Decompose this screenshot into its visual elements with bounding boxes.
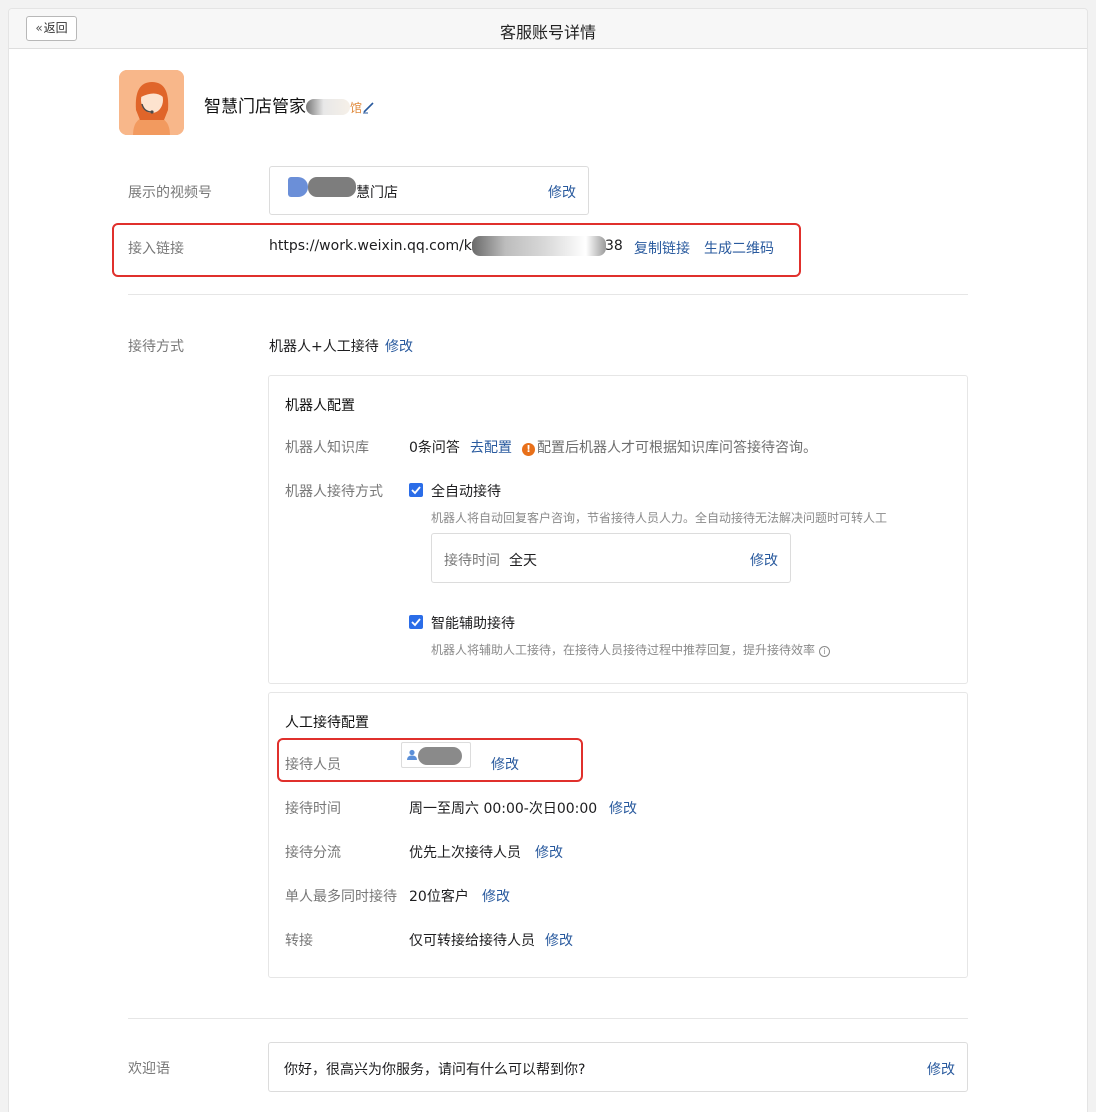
auto-reception-desc: 机器人将自动回复客户咨询，节省接待人员人力。全自动接待无法解决问题时可转人工 bbox=[431, 511, 888, 525]
checkmark-icon bbox=[411, 618, 421, 627]
auto-reception-label: 全自动接待 bbox=[431, 484, 501, 500]
redacted-block bbox=[472, 236, 606, 256]
redacted-block bbox=[418, 747, 462, 765]
robot-kb-label: 机器人知识库 bbox=[285, 440, 369, 456]
dispatch-edit-link[interactable]: 修改 bbox=[535, 842, 563, 862]
robot-time-edit-link[interactable]: 修改 bbox=[750, 550, 778, 570]
reception-mode-label: 接待方式 bbox=[128, 339, 184, 355]
video-channel-box: 慧门店 修改 bbox=[269, 166, 589, 215]
max-concurrent-label: 单人最多同时接待 bbox=[285, 889, 397, 905]
section-divider bbox=[128, 294, 968, 295]
channel-logo-icon bbox=[288, 177, 308, 197]
access-link-url-prefix: https://work.weixin.qq.com/kfid/ bbox=[269, 238, 495, 254]
video-channel-name: 慧门店 bbox=[356, 185, 398, 201]
manual-config-title: 人工接待配置 bbox=[285, 715, 369, 731]
assist-reception-checkbox[interactable] bbox=[409, 615, 423, 629]
staff-label: 接待人员 bbox=[285, 757, 341, 773]
staff-chip[interactable] bbox=[401, 742, 471, 768]
customer-service-avatar-icon bbox=[119, 70, 184, 135]
checkmark-icon bbox=[411, 486, 421, 495]
redacted-block bbox=[306, 99, 350, 115]
welcome-edit-link[interactable]: 修改 bbox=[927, 1059, 955, 1079]
copy-link-button[interactable]: 复制链接 bbox=[634, 238, 690, 258]
assist-reception-desc-text: 机器人将辅助人工接待，在接待人员接待过程中推荐回复，提升接待效率 bbox=[431, 643, 816, 657]
auto-reception-checkbox[interactable] bbox=[409, 483, 423, 497]
access-link-url: https://work.weixin.qq.com/kfid/ bbox=[269, 238, 494, 254]
robot-kb-tip-text: 配置后机器人才可根据知识库问答接待咨询。 bbox=[537, 440, 817, 456]
account-avatar bbox=[119, 70, 184, 135]
video-channel-edit-link[interactable]: 修改 bbox=[548, 182, 576, 202]
video-channel-label: 展示的视频号 bbox=[128, 185, 212, 201]
robot-config-card bbox=[268, 375, 968, 684]
info-icon[interactable]: i bbox=[818, 646, 830, 657]
transfer-value: 仅可转接给接待人员 bbox=[409, 933, 535, 949]
manual-time-label: 接待时间 bbox=[285, 801, 341, 817]
transfer-edit-link[interactable]: 修改 bbox=[545, 930, 573, 950]
access-link-url-suffix: 38 bbox=[605, 238, 623, 254]
assist-reception-label: 智能辅助接待 bbox=[431, 616, 515, 632]
staff-edit-link[interactable]: 修改 bbox=[491, 754, 519, 774]
robot-kb-tip: ! 配置后机器人才可根据知识库问答接待咨询。 bbox=[522, 437, 817, 457]
manual-config-card bbox=[268, 692, 968, 978]
reception-mode-value: 机器人+人工接待 bbox=[269, 339, 379, 355]
welcome-text: 你好，很高兴为你服务，请问有什么可以帮到你? bbox=[284, 1062, 586, 1078]
robot-time-value: 全天 bbox=[509, 553, 537, 569]
welcome-box: 你好，很高兴为你服务，请问有什么可以帮到你? 修改 bbox=[268, 1042, 968, 1092]
dispatch-label: 接待分流 bbox=[285, 845, 341, 861]
account-name-text: 智慧门店管家 bbox=[204, 97, 306, 117]
robot-time-box: 接待时间 全天 修改 bbox=[431, 533, 791, 583]
robot-mode-label: 机器人接待方式 bbox=[285, 484, 383, 500]
transfer-label: 转接 bbox=[285, 933, 313, 949]
robot-kb-value: 0条问答 bbox=[409, 440, 460, 456]
manual-time-value: 周一至周六 00:00-次日00:00 bbox=[409, 801, 598, 817]
manual-time-edit-link[interactable]: 修改 bbox=[609, 798, 637, 818]
page-title: 客服账号详情 bbox=[499, 23, 596, 42]
account-name: 智慧门店管家 馆 bbox=[204, 92, 362, 117]
welcome-label: 欢迎语 bbox=[128, 1061, 170, 1077]
account-name-suffix: 馆 bbox=[350, 101, 363, 115]
max-concurrent-value: 20位客户 bbox=[409, 889, 469, 905]
edit-pencil-icon[interactable] bbox=[362, 100, 376, 114]
top-bar: «返回 客服账号详情 bbox=[9, 9, 1087, 49]
generate-qrcode-button[interactable]: 生成二维码 bbox=[704, 238, 774, 258]
assist-reception-desc: 机器人将辅助人工接待，在接待人员接待过程中推荐回复，提升接待效率 i bbox=[431, 641, 830, 658]
reception-mode-edit-link[interactable]: 修改 bbox=[385, 336, 413, 356]
section-divider bbox=[128, 1018, 968, 1019]
dispatch-value: 优先上次接待人员 bbox=[409, 845, 521, 861]
redacted-block bbox=[308, 177, 356, 197]
user-icon bbox=[407, 749, 417, 760]
access-link-label: 接入链接 bbox=[128, 241, 184, 257]
warning-icon: ! bbox=[522, 443, 535, 456]
robot-config-title: 机器人配置 bbox=[285, 398, 355, 414]
robot-time-label: 接待时间 bbox=[444, 553, 500, 569]
robot-kb-config-link[interactable]: 去配置 bbox=[470, 437, 512, 457]
max-concurrent-edit-link[interactable]: 修改 bbox=[482, 886, 510, 906]
